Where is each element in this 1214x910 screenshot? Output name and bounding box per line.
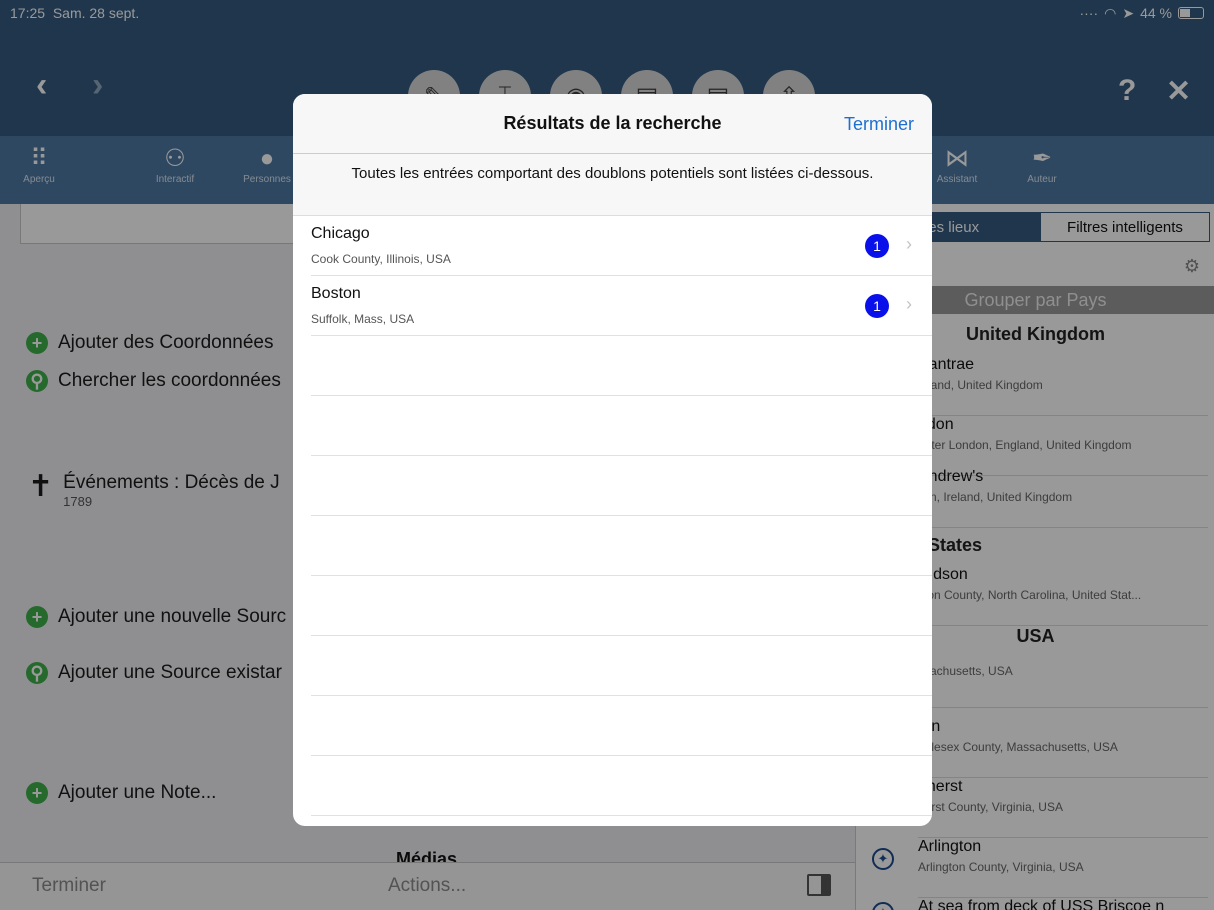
duplicate-count-badge: 1 [865,234,889,258]
empty-row [311,336,932,396]
empty-row [311,576,932,636]
duplicate-count-badge: 1 [865,294,889,318]
empty-row [311,696,932,756]
result-row-boston[interactable]: Boston Suffolk, Mass, USA 1 › [311,276,932,336]
result-row-chicago[interactable]: Chicago Cook County, Illinois, USA 1 › [311,216,932,276]
result-name: Chicago [311,225,370,242]
chevron-right-icon: › [906,294,912,314]
empty-row [311,396,932,456]
empty-row [311,516,932,576]
result-location: Cook County, Illinois, USA [311,252,451,266]
result-name: Boston [311,285,361,302]
empty-row [311,756,932,816]
search-results-modal: Résultats de la recherche Terminer Toute… [293,94,932,826]
chevron-right-icon: › [906,234,912,254]
modal-title: Résultats de la recherche [503,113,722,133]
empty-row [311,636,932,696]
modal-info-text: Toutes les entrées comportant des doublo… [293,154,932,216]
modal-done-button[interactable]: Terminer [844,114,914,135]
modal-header: Résultats de la recherche Terminer [293,94,932,154]
empty-row [311,456,932,516]
result-location: Suffolk, Mass, USA [311,312,415,326]
